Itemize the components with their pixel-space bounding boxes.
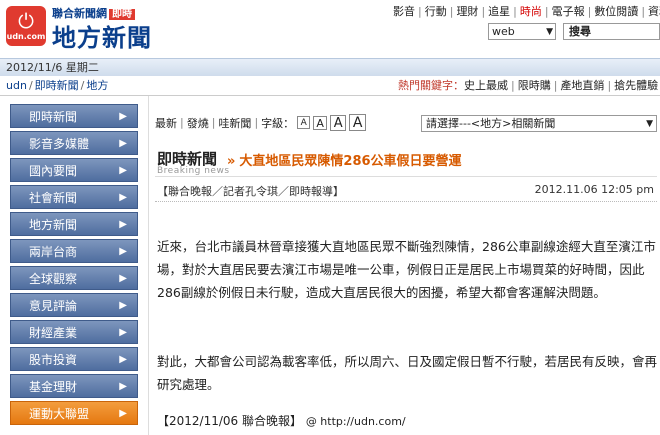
sidebar-item[interactable]: 股市投資 ▶	[10, 347, 138, 371]
topnav-item[interactable]: 數位閱讀	[594, 5, 638, 18]
chevron-right-icon: ▶	[119, 138, 127, 149]
font-size-small-button[interactable]: A	[313, 115, 328, 130]
chevron-right-icon: ▶	[119, 327, 127, 338]
chevron-right-icon: ▶	[119, 246, 127, 257]
hot-keyword[interactable]: 限時購	[518, 79, 551, 92]
breadcrumb-bar: udn / 即時新聞 / 地方 熱門關鍵字：史上最威 | 限時購 | 產地直銷 | 搶先體驗	[0, 76, 660, 96]
hot-keywords: 熱門關鍵字：史上最威 | 限時購 | 產地直銷 | 搶先體驗	[398, 79, 659, 92]
hot-keyword[interactable]: 搶先體驗	[614, 79, 658, 92]
font-size-smallest-button[interactable]: A	[297, 116, 311, 129]
article-title: » 大直地區民眾陳情286公車假日要營運	[227, 154, 462, 169]
sidebar-item[interactable]: 全球觀察 ▶	[10, 266, 138, 290]
chevron-down-icon: ▼	[546, 27, 553, 37]
sidebar-nav: 即時新聞 ▶ 影音多媒體 ▶ 國內要聞 ▶ 社會新聞 ▶ 地方新聞 ▶ 兩岸台商 ▶ 全球觀察 ▶ 意見評論…	[10, 104, 138, 428]
article-paragraph: 近來，台北市議員林晉章接獲大直地區民眾不斷強烈陳情，286公車副線途經大直至濱江…	[157, 239, 656, 300]
chevron-right-icon: ▶	[119, 300, 127, 311]
site-header: ⏻ udn.com 聯合新聞網 即時 地方新聞 影音 | 行動 | 理財 | 追星 | 時尚 | 電子…	[0, 0, 660, 58]
sidebar-item-label: 即時新聞	[29, 110, 78, 124]
toolbar-link-hot[interactable]: 發燒	[187, 115, 209, 131]
date-bar: 2012/11/6 星期二	[0, 58, 660, 76]
udn-logo[interactable]: ⏻ udn.com	[6, 6, 46, 46]
current-date: 2012/11/6 星期二	[6, 61, 99, 74]
article-paragraph: 對此，大都會公司認為載客率低，所以周六、日及國定假日暫不行駛，若居民有反映，會再…	[157, 354, 658, 392]
sidebar-item-label: 股市投資	[29, 353, 78, 367]
sidebar-item[interactable]: 意見評論 ▶	[10, 293, 138, 317]
chevron-right-icon: ▶	[119, 165, 127, 176]
sidebar-item[interactable]: 即時新聞 ▶	[10, 104, 138, 128]
brand-section-title[interactable]: 地方新聞	[52, 18, 152, 53]
chevron-right-icon: ▶	[119, 219, 127, 230]
sidebar-item-label: 基金理財	[29, 380, 78, 394]
breadcrumb-item-local[interactable]: 地方	[86, 79, 108, 92]
font-size-large-button[interactable]: A	[330, 114, 347, 131]
sidebar-item[interactable]: 影音多媒體 ▶	[10, 131, 138, 155]
topnav-item[interactable]: 行動	[425, 5, 447, 18]
sidebar-item[interactable]: 基金理財 ▶	[10, 374, 138, 398]
chevron-right-icon: ▶	[119, 111, 127, 122]
sidebar-item-label: 運動大聯盟	[29, 407, 90, 421]
plug-icon: ⏻	[18, 9, 34, 33]
topnav-item[interactable]: 時尚	[520, 5, 542, 18]
topnav-item[interactable]: 影音	[393, 5, 415, 18]
sidebar-item-label: 全球觀察	[29, 272, 78, 286]
topnav-item[interactable]: 資料庫	[648, 5, 660, 18]
sidebar-item-label: 影音多媒體	[29, 137, 90, 151]
sidebar-item-label: 財經產業	[29, 326, 78, 340]
divider	[155, 201, 657, 202]
source-link[interactable]: @ http://udn.com/	[306, 415, 406, 428]
top-navigation: 影音|行動|理財|追星|時尚|電子報|數位閱讀|資料庫	[393, 3, 660, 19]
chevron-right-icon: ▶	[119, 273, 127, 284]
logo-text: udn.com	[6, 32, 46, 41]
topnav-item[interactable]: 理財	[456, 5, 478, 18]
topnav-item[interactable]: 電子報	[552, 5, 585, 18]
chevron-right-icon: ▶	[119, 408, 127, 419]
chevron-down-icon: ▼	[646, 119, 653, 129]
sidebar-item[interactable]: 社會新聞 ▶	[10, 185, 138, 209]
divider	[155, 176, 657, 177]
article-panel: 最新 | 發燒 | 哇新聞 | 字級： A A A A 請選擇---<地方>相關新聞 …	[148, 96, 660, 435]
hot-keywords-label: 熱門關鍵字：	[398, 79, 464, 92]
sidebar-item[interactable]: 地方新聞 ▶	[10, 212, 138, 236]
sidebar-item-label: 兩岸台商	[29, 245, 78, 259]
article-timestamp: 2012.11.06 12:05 pm	[534, 183, 654, 196]
section-sub-label: Breaking news	[157, 166, 230, 176]
sidebar-item[interactable]: 國內要聞 ▶	[10, 158, 138, 182]
sidebar-item-label: 國內要聞	[29, 164, 78, 178]
sidebar-item[interactable]: 兩岸台商 ▶	[10, 239, 138, 263]
chevron-right-icon: ▶	[119, 381, 127, 392]
toolbar-link-wow[interactable]: 哇新聞	[218, 115, 251, 131]
breadcrumb-item-breaking[interactable]: 即時新聞	[35, 79, 79, 92]
breadcrumb-item-udn[interactable]: udn	[6, 79, 27, 92]
font-size-largest-button[interactable]: A	[349, 114, 367, 131]
topnav-item[interactable]: 追星	[488, 5, 510, 18]
sidebar-item-label: 地方新聞	[29, 218, 78, 232]
hot-keyword[interactable]: 產地直銷	[560, 79, 604, 92]
chevron-right-icon: ▶	[119, 192, 127, 203]
toolbar-link-latest[interactable]: 最新	[155, 115, 177, 131]
related-news-select[interactable]: 請選擇---<地方>相關新聞 ▼	[421, 115, 657, 132]
double-chevron-icon: »	[227, 154, 236, 169]
article-toolbar: 最新 | 發燒 | 哇新聞 | 字級： A A A A	[155, 114, 367, 131]
breadcrumb: udn / 即時新聞 / 地方	[6, 79, 109, 92]
search-button[interactable]: 搜尋	[563, 23, 660, 40]
font-size-label: 字級：	[261, 116, 295, 130]
hot-keyword[interactable]: 史上最威	[464, 79, 508, 92]
sidebar-item[interactable]: 財經產業 ▶	[10, 320, 138, 344]
article-byline: 【聯合晚報／記者孔令琪／即時報導】	[157, 185, 344, 198]
sidebar-item[interactable]: 運動大聯盟 ▶	[10, 401, 138, 425]
sidebar-item-label: 意見評論	[29, 299, 78, 313]
sidebar-item-label: 社會新聞	[29, 191, 78, 205]
chevron-right-icon: ▶	[119, 354, 127, 365]
search-scope-select[interactable]: web ▼	[488, 23, 556, 40]
article-source: 【2012/11/06 聯合晚報】 @ http://udn.com/	[157, 414, 406, 428]
